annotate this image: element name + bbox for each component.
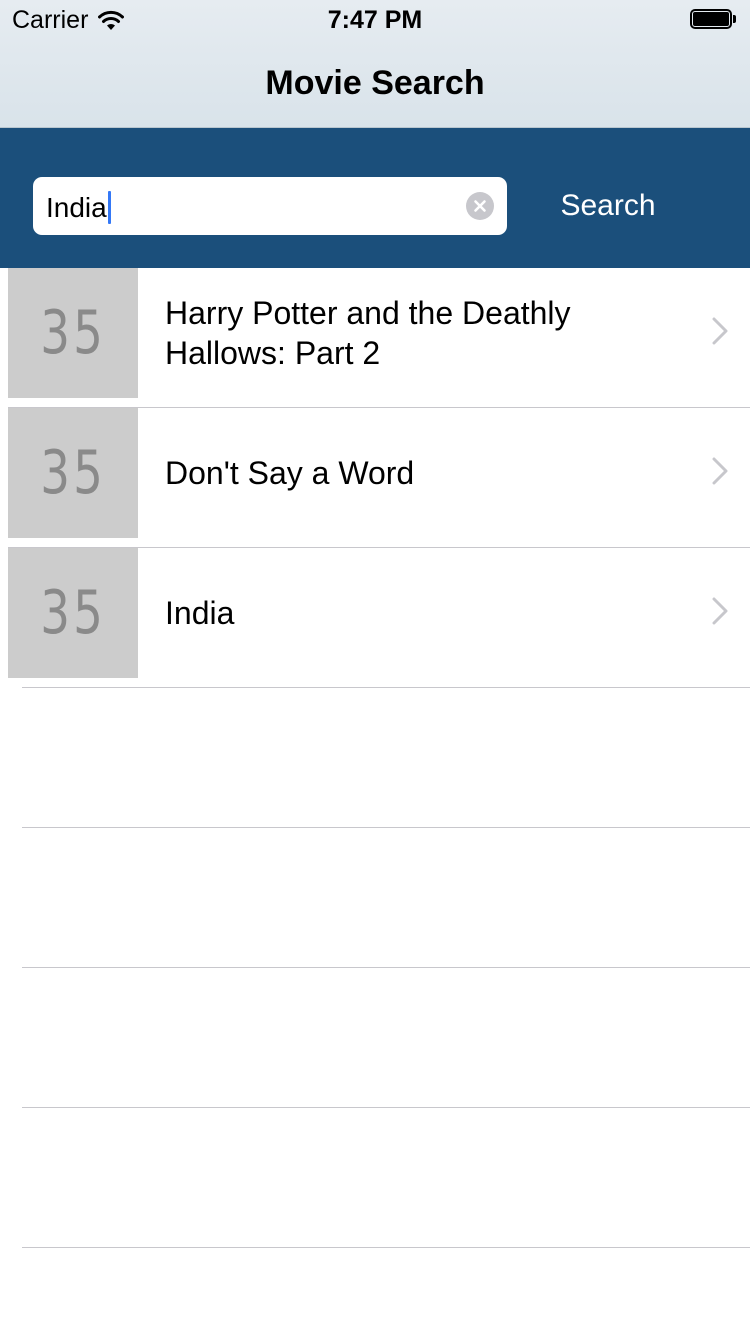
empty-row <box>0 1108 750 1248</box>
navigation-bar: Carrier 7:47 PM Movie Search <box>0 0 750 128</box>
clear-text-icon[interactable] <box>466 192 494 220</box>
movie-title: India <box>165 595 235 631</box>
empty-table-area <box>0 688 750 1248</box>
battery-icon <box>690 9 738 31</box>
poster-placeholder-text: 35 <box>40 578 106 648</box>
search-button[interactable]: Search <box>530 177 686 235</box>
search-input-value-wrap: India <box>46 191 111 224</box>
status-time: 7:47 PM <box>327 6 423 34</box>
movie-title: Harry Potter and the Deathly Hallows: Pa… <box>165 295 571 371</box>
search-input-text: India <box>46 191 107 223</box>
results-list: 35 Harry Potter and the Deathly Hallows:… <box>0 268 750 688</box>
list-item[interactable]: 35 Don't Say a Word <box>0 408 750 548</box>
empty-row <box>0 688 750 828</box>
search-bar: India Search <box>0 128 750 268</box>
poster-thumbnail: 35 <box>8 408 138 538</box>
chevron-right-icon <box>712 457 728 485</box>
poster-thumbnail: 35 <box>8 548 138 678</box>
movie-title: Don't Say a Word <box>165 455 415 491</box>
empty-row <box>0 968 750 1108</box>
poster-placeholder-text: 35 <box>40 438 106 508</box>
poster-placeholder-text: 35 <box>40 298 106 368</box>
list-item[interactable]: 35 India <box>0 548 750 688</box>
list-item[interactable]: 35 Harry Potter and the Deathly Hallows:… <box>0 268 750 408</box>
text-caret <box>107 191 111 224</box>
search-input[interactable]: India <box>33 177 507 235</box>
empty-row <box>0 828 750 968</box>
chevron-right-icon <box>712 317 728 345</box>
chevron-right-icon <box>712 597 728 625</box>
page-title: Movie Search <box>265 64 485 102</box>
poster-thumbnail: 35 <box>8 268 138 398</box>
